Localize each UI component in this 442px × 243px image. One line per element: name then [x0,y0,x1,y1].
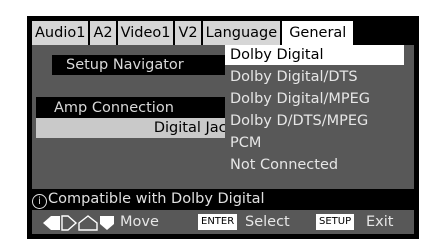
amp-connection-label: Amp Connection [36,97,241,119]
tab-v2[interactable]: V2 [175,21,201,45]
tab-bar: Audio1 A2 Video1 V2 Language General [32,21,355,45]
footer-bar: Move ENTER Select SETUP Exit [32,210,414,234]
option-dolby-digital-dts[interactable]: Dolby Digital/DTS [225,67,404,87]
select-label: Select [245,214,290,230]
settings-panel: Setup Navigator Amp Connection Digital J… [32,45,414,189]
navigation-arrows-icon [43,215,114,231]
exit-label: Exit [366,214,394,230]
info-line: i Compatible with Dolby Digital [32,189,414,209]
option-pcm[interactable]: PCM [225,133,404,153]
setup-navigator-item[interactable]: Setup Navigator [52,55,239,75]
tab-general[interactable]: General [282,21,354,45]
tab-language[interactable]: Language [202,21,281,45]
option-dolby-digital-mpeg[interactable]: Dolby Digital/MPEG [225,89,404,109]
info-text: Compatible with Dolby Digital [48,191,265,207]
tab-video1[interactable]: Video1 [117,21,174,45]
setup-key[interactable]: SETUP [316,214,355,230]
move-label: Move [120,214,159,230]
option-dolby-digital[interactable]: Dolby Digital [225,45,404,65]
tab-a2[interactable]: A2 [90,21,116,45]
enter-key[interactable]: ENTER [198,214,238,230]
digital-jack-item[interactable]: Digital Jack [36,118,239,138]
option-not-connected[interactable]: Not Connected [225,155,404,175]
info-icon: i [32,194,47,209]
option-dolby-d-dts-mpeg[interactable]: Dolby D/DTS/MPEG [225,111,404,131]
setup-menu-frame: Audio1 A2 Video1 V2 Language General Set… [27,16,419,239]
digital-jack-dropdown: Dolby Digital Dolby Digital/DTS Dolby Di… [225,45,404,176]
tab-audio1[interactable]: Audio1 [32,21,89,45]
